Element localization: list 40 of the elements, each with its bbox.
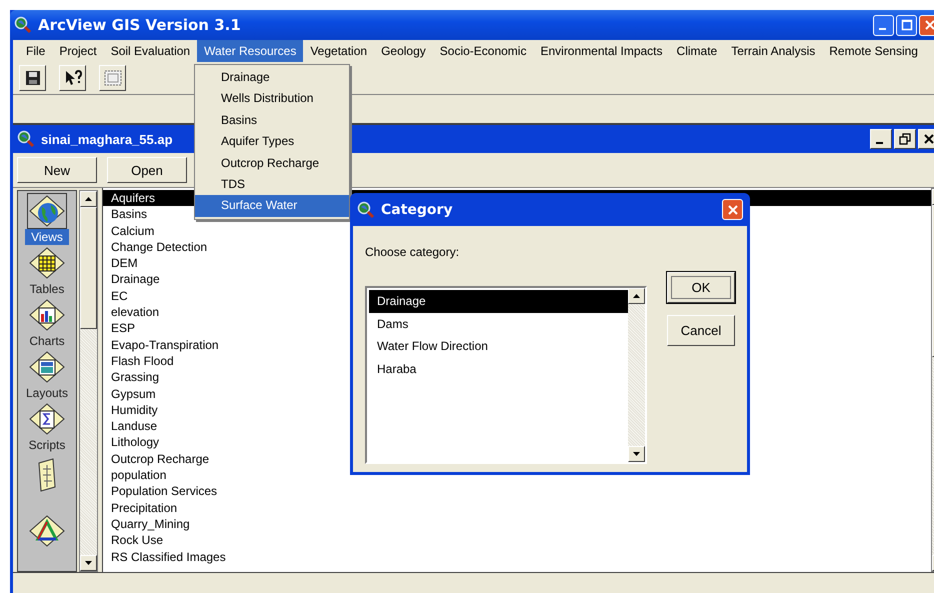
- document-type-label[interactable]: Views: [25, 229, 69, 245]
- window-title: ArcView GIS Version 3.1: [38, 16, 241, 34]
- list-item[interactable]: Haraba: [369, 358, 628, 380]
- cancel-button[interactable]: Cancel: [667, 315, 735, 346]
- menu-item[interactable]: Climate: [670, 40, 724, 62]
- menu-item[interactable]: Outcrop Recharge: [195, 152, 349, 174]
- document-type-label[interactable]: Layouts: [20, 385, 74, 401]
- menu-item[interactable]: Environmental Impacts: [533, 40, 670, 62]
- menu-item[interactable]: TDS: [195, 174, 349, 196]
- menu-item[interactable]: Terrain Analysis: [724, 40, 822, 62]
- menu-item[interactable]: Surface Water: [195, 195, 349, 217]
- project-title: sinai_maghara_55.ap: [41, 132, 173, 146]
- project-button[interactable]: New: [17, 157, 97, 183]
- project-button[interactable]: Open: [107, 157, 187, 183]
- document-item[interactable]: RS Classified Images: [103, 548, 931, 565]
- menu-item[interactable]: File: [19, 40, 52, 62]
- menu-item[interactable]: Wells Distribution: [195, 88, 349, 110]
- document-type-label[interactable]: Scripts: [22, 437, 72, 453]
- menu-item[interactable]: Water Resources: [197, 40, 304, 62]
- ok-button[interactable]: OK: [667, 272, 735, 303]
- menu-item[interactable]: Vegetation: [303, 40, 374, 62]
- list-item[interactable]: Drainage: [369, 290, 628, 312]
- document-type-label[interactable]: Charts: [23, 333, 71, 349]
- list-item[interactable]: Dams: [369, 312, 628, 335]
- document-item[interactable]: Population Services: [103, 483, 931, 500]
- prompt-label: Choose category:: [365, 245, 460, 259]
- document-item[interactable]: Quarry_Mining: [103, 516, 931, 532]
- list-item[interactable]: Water Flow Direction: [369, 335, 628, 358]
- menu-item[interactable]: Drainage: [195, 67, 349, 88]
- menu-item[interactable]: Basins: [195, 110, 349, 132]
- document-item[interactable]: Precipitation: [103, 500, 931, 516]
- menu-item[interactable]: Aquifer Types: [195, 131, 349, 153]
- menu-item[interactable]: Project: [52, 40, 104, 62]
- document-type-label[interactable]: Tables: [24, 281, 70, 297]
- menu-item[interactable]: Socio-Economic: [432, 40, 534, 62]
- menu-item[interactable]: Remote Sensing: [822, 40, 925, 62]
- dialog-title: Category: [381, 202, 453, 218]
- menu-item[interactable]: Geology: [374, 40, 433, 62]
- document-item[interactable]: Rock Use: [103, 532, 931, 549]
- menu-item[interactable]: Soil Evaluation: [104, 40, 198, 62]
